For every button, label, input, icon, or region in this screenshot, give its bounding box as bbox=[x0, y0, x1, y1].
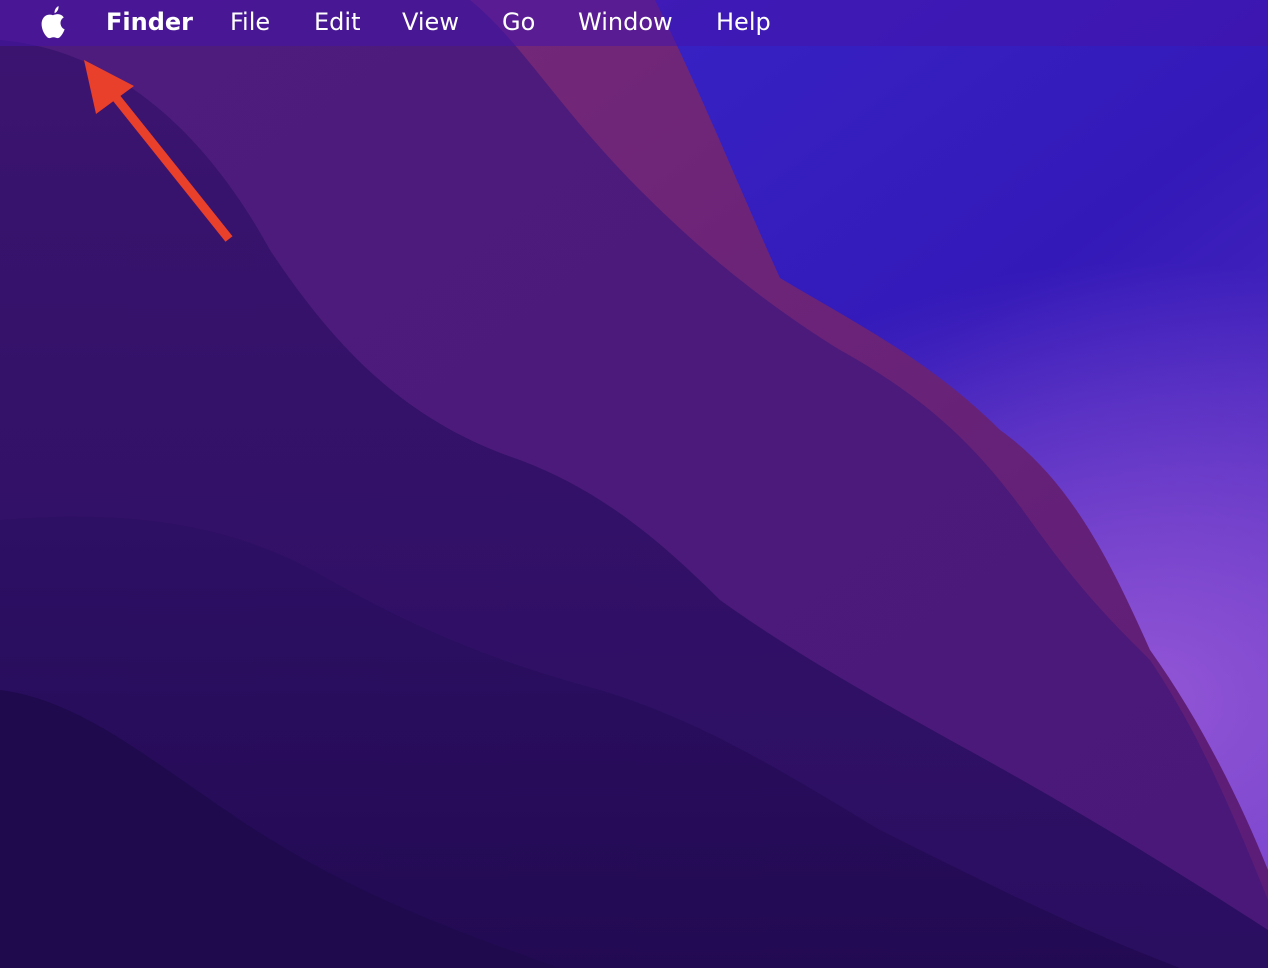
menu-file[interactable]: File bbox=[230, 0, 270, 46]
menu-help[interactable]: Help bbox=[716, 0, 771, 46]
desktop-wallpaper bbox=[0, 0, 1268, 968]
menu-edit[interactable]: Edit bbox=[314, 0, 360, 46]
menu-view[interactable]: View bbox=[402, 0, 459, 46]
menu-app-name[interactable]: Finder bbox=[106, 0, 193, 46]
menu-window[interactable]: Window bbox=[578, 0, 673, 46]
apple-menu[interactable] bbox=[36, 4, 70, 40]
menu-go[interactable]: Go bbox=[502, 0, 535, 46]
apple-logo-icon bbox=[41, 6, 65, 39]
desktop: Finder File Edit View Go Window Help bbox=[0, 0, 1268, 968]
menu-bar: Finder File Edit View Go Window Help bbox=[0, 0, 1268, 46]
